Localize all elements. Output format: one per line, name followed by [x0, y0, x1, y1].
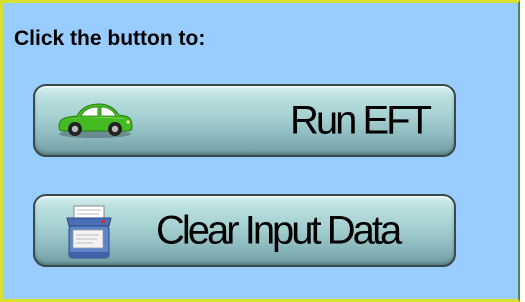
panel-heading: Click the button to: — [14, 27, 206, 50]
car-icon — [55, 100, 135, 140]
clear-input-data-label: Clear Input Data — [156, 208, 402, 252]
clear-input-data-button[interactable]: Clear Input Data — [33, 194, 456, 267]
run-eft-label: Run EFT — [290, 98, 432, 142]
run-eft-button[interactable]: Run EFT — [33, 84, 456, 157]
printer-icon — [63, 204, 115, 262]
control-panel: Click the button to: Run EFT Clear Input… — [0, 0, 520, 302]
